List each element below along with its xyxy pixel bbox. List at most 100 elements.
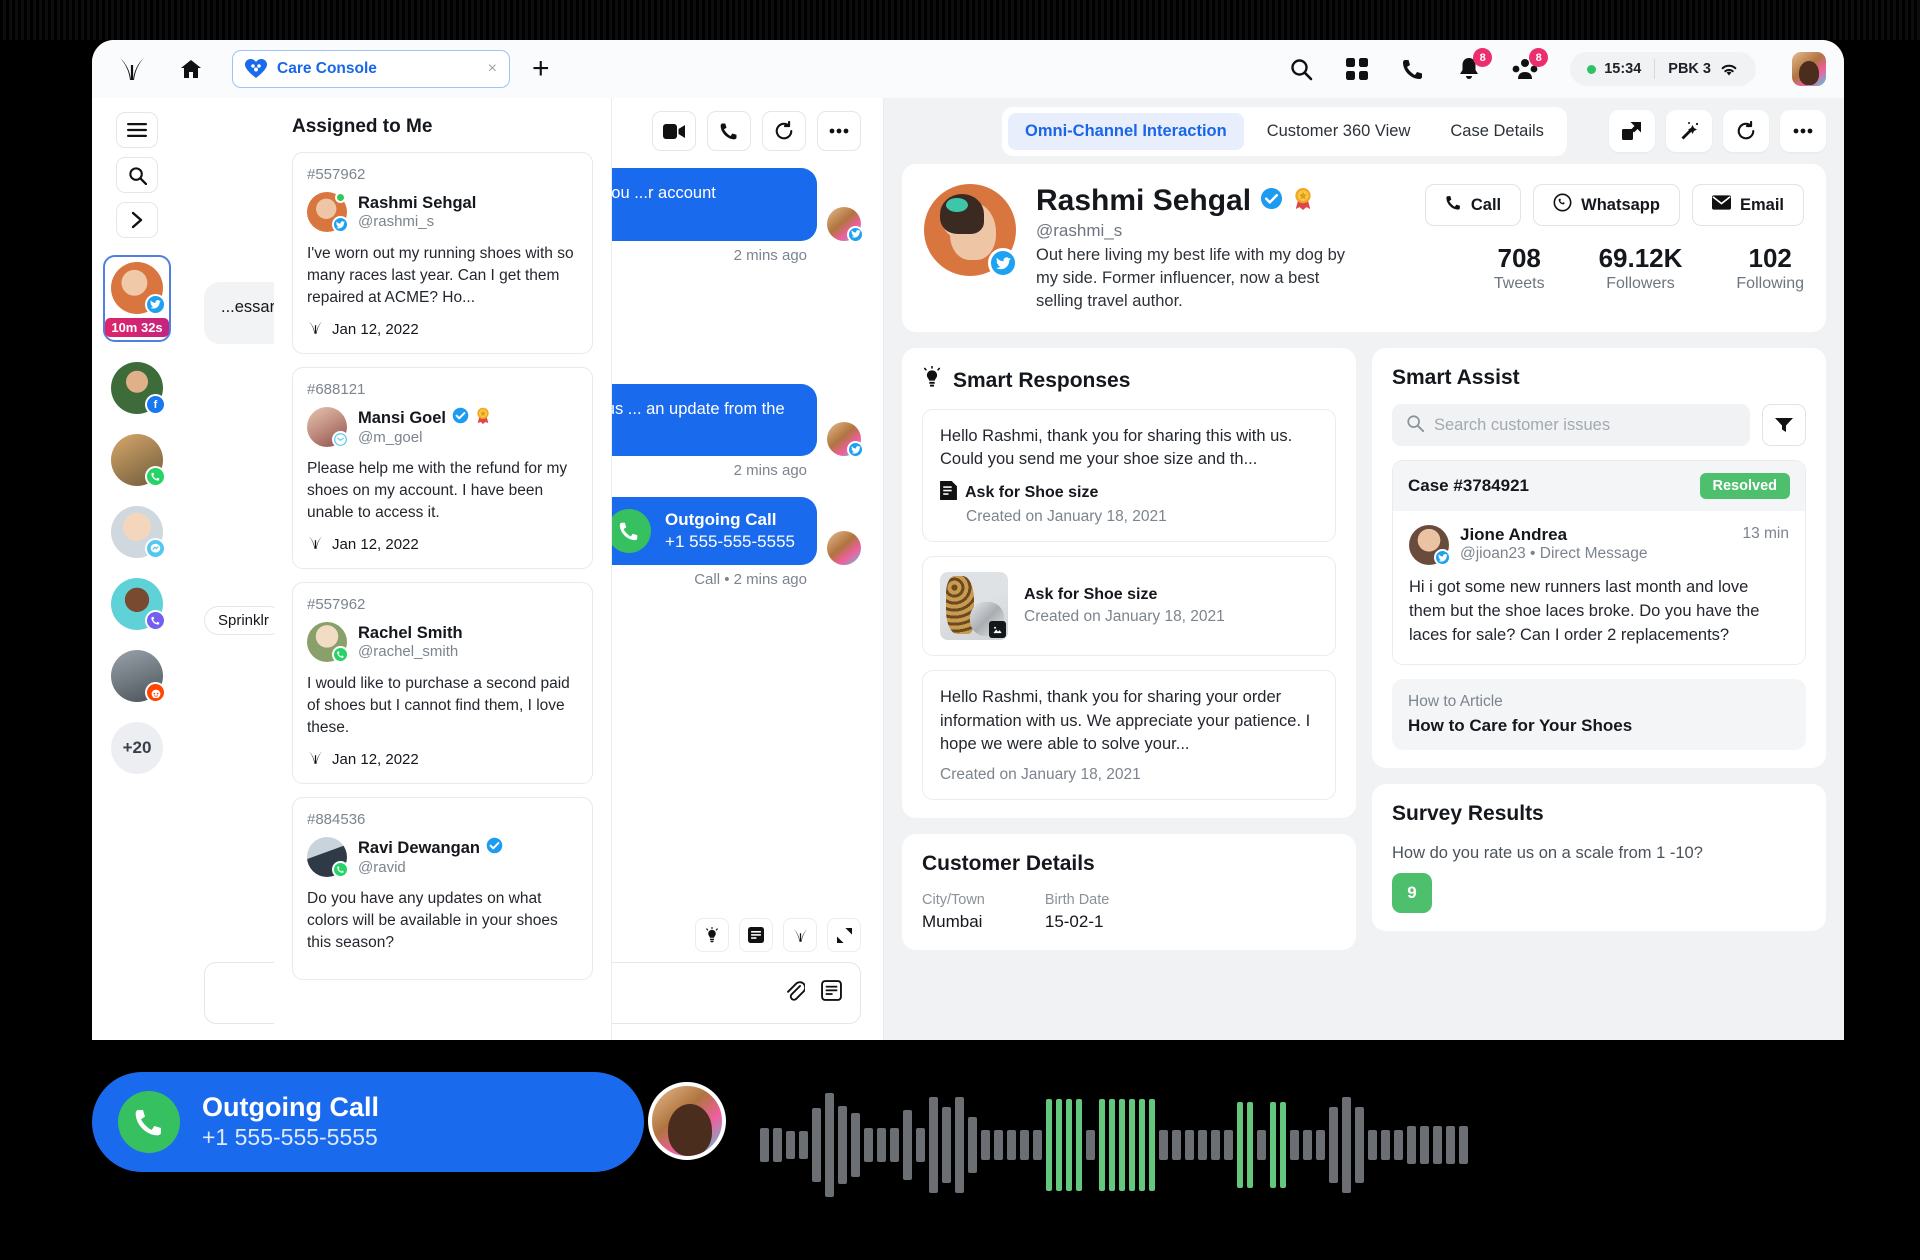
rail-more-count[interactable]: +20	[111, 722, 163, 774]
search-icon[interactable]	[116, 157, 158, 193]
status-pill[interactable]: 15:34 PBK 3	[1570, 52, 1756, 86]
whatsapp-icon	[1553, 193, 1572, 217]
search-field[interactable]	[1392, 404, 1750, 447]
profile-action-buttons: Call Whatsapp Email	[1424, 184, 1804, 226]
sprinklr-icon[interactable]	[783, 918, 817, 952]
survey-results-panel: Survey Results How do you rate us on a s…	[1372, 784, 1826, 932]
work-actions	[1608, 110, 1826, 152]
call-number: +1 555-555-5555	[665, 531, 795, 551]
whatsapp-button[interactable]: Whatsapp	[1533, 184, 1680, 226]
smart-response-item[interactable]: Hello Rashmi, thank you for sharing this…	[922, 409, 1336, 543]
verified-icon	[452, 407, 469, 429]
page-title: Rashmi Sehgal	[1036, 184, 1366, 218]
case-preview-text: Please help me with the refund for my sh…	[307, 460, 568, 521]
stat-value: 102	[1748, 243, 1792, 273]
customer-details-panel: Customer Details City/Town Mumbai Birth …	[902, 833, 1356, 950]
rail-item-active[interactable]: 10m 32s	[103, 255, 171, 342]
phone-icon	[607, 509, 652, 554]
refresh-icon[interactable]	[762, 111, 806, 151]
tab-case-details[interactable]: Case Details	[1433, 113, 1561, 150]
stat-value: 69.12K	[1598, 243, 1683, 273]
case-preview-text: I've worn out my running shoes with so m…	[307, 245, 574, 306]
rail-item-whatsapp-1[interactable]	[111, 434, 166, 487]
template-icon[interactable]	[821, 980, 842, 1006]
online-status-dot	[1587, 64, 1597, 74]
list-item[interactable]: #884536 Ravi Dewangan @ravid Do you have…	[292, 797, 593, 980]
rail-item-reddit[interactable]	[111, 650, 166, 703]
call-event-bubble[interactable]: Outgoing Call +1 555-555-5555	[595, 497, 817, 566]
how-to-article-card[interactable]: How to Article How to Care for Your Shoe…	[1392, 679, 1806, 751]
thumbnail-shoe	[946, 576, 974, 635]
document-icon	[940, 481, 957, 505]
smart-response-item[interactable]: Hello Rashmi, thank you for sharing your…	[922, 670, 1336, 800]
bulb-icon[interactable]	[695, 918, 729, 952]
list-item[interactable]: #557962 Rachel Smith @rachel_smith I wou…	[292, 582, 593, 784]
search-input[interactable]	[1434, 415, 1736, 435]
profile-stats: 708 Tweets 69.12K Followers 102 Followin…	[1425, 243, 1804, 293]
chevron-right-icon[interactable]	[116, 202, 158, 238]
call-button[interactable]: Call	[1424, 184, 1522, 226]
people-icon[interactable]: 8	[1510, 48, 1549, 84]
profile-text: Rashmi Sehgal @rashmi_s Out here living …	[1036, 184, 1366, 312]
whatsapp-badge-icon	[332, 646, 349, 663]
wifi-icon	[1721, 64, 1737, 75]
close-icon[interactable]: ×	[488, 60, 497, 78]
smart-response-asset: Ask for Shoe size	[940, 481, 1318, 505]
popout-icon[interactable]	[1608, 110, 1655, 152]
smart-response-item[interactable]: Ask for Shoe size Created on January 18,…	[922, 556, 1336, 657]
smart-response-text: Hello Rashmi, thank you for sharing your…	[940, 688, 1311, 753]
sprinklr-logo-icon[interactable]	[110, 54, 154, 84]
tab-customer-360-view[interactable]: Customer 360 View	[1250, 113, 1428, 150]
list-item[interactable]: #688121 Mansi Goel @m_goel Please help m…	[292, 367, 593, 569]
home-icon[interactable]	[172, 50, 210, 88]
section-title: Smart Responses	[922, 365, 1336, 395]
case-preview-text: I would like to purchase a second paid o…	[307, 675, 570, 736]
stat-value: 708	[1497, 243, 1541, 273]
customer-details-grid: City/Town Mumbai Birth Date 15-02-1	[922, 892, 1336, 932]
expand-icon[interactable]	[827, 918, 861, 952]
current-user-avatar[interactable]	[1792, 52, 1826, 86]
left-rail: 10m 32s f +20	[92, 98, 182, 1040]
facebook-badge-icon: f	[145, 394, 166, 415]
bell-icon[interactable]: 8	[1454, 48, 1493, 84]
tab-omni-channel-interaction[interactable]: Omni-Channel Interaction	[1008, 112, 1244, 150]
case-date-row: Jan 12, 2022	[307, 750, 578, 769]
outgoing-call-toast[interactable]: Outgoing Call +1 555-555-5555	[92, 1072, 644, 1172]
more-icon[interactable]	[817, 111, 861, 151]
field-value: Mumbai	[922, 911, 983, 931]
magic-wand-icon[interactable]	[1665, 110, 1712, 152]
refresh-icon[interactable]	[1722, 110, 1769, 152]
filter-icon[interactable]	[1762, 404, 1806, 447]
avatar	[307, 622, 349, 663]
new-tab-button[interactable]: +	[532, 54, 550, 84]
profile-actions-and-stats: Call Whatsapp Email 708 Tweets 69.12K Fo…	[1424, 184, 1804, 293]
search-icon[interactable]	[1286, 54, 1316, 84]
smart-assist-title: Smart Assist	[1392, 366, 1520, 390]
email-button-label: Email	[1739, 195, 1784, 214]
sprinklr-icon	[307, 320, 324, 339]
asset-name: Ask for Shoe size	[1024, 586, 1158, 604]
created-date: Created on January 18, 2021	[1024, 608, 1225, 626]
avatar[interactable]	[924, 184, 1018, 278]
rail-item-facebook[interactable]: f	[111, 362, 166, 415]
list-item[interactable]: #557962 Rashmi Sehgal @rashmi_s I've wor…	[292, 152, 593, 354]
whatsapp-badge-icon	[332, 861, 349, 878]
case-card[interactable]: Case #3784921 Resolved Jione Andrea @jio…	[1392, 460, 1806, 666]
case-source: Direct Message	[1539, 545, 1648, 563]
note-icon[interactable]	[739, 918, 773, 952]
email-button[interactable]: Email	[1691, 184, 1804, 226]
rail-item-viber[interactable]	[111, 578, 166, 631]
rail-item-messenger[interactable]	[111, 506, 166, 559]
menu-icon[interactable]	[116, 112, 158, 148]
device-label: PBK 3	[1668, 61, 1711, 77]
assigned-to-me-panel: Assigned to Me #557962 Rashmi Sehgal @ra…	[274, 98, 612, 1040]
more-icon[interactable]	[1779, 110, 1826, 152]
grid-icon[interactable]	[1342, 54, 1372, 84]
phone-icon[interactable]	[707, 111, 751, 151]
avatar	[307, 837, 349, 878]
phone-icon[interactable]	[1398, 54, 1428, 84]
video-icon[interactable]	[652, 111, 696, 151]
browser-tab-care-console[interactable]: Care Console ×	[232, 50, 510, 88]
avatar[interactable]	[111, 262, 166, 315]
attachment-icon[interactable]	[785, 980, 807, 1007]
